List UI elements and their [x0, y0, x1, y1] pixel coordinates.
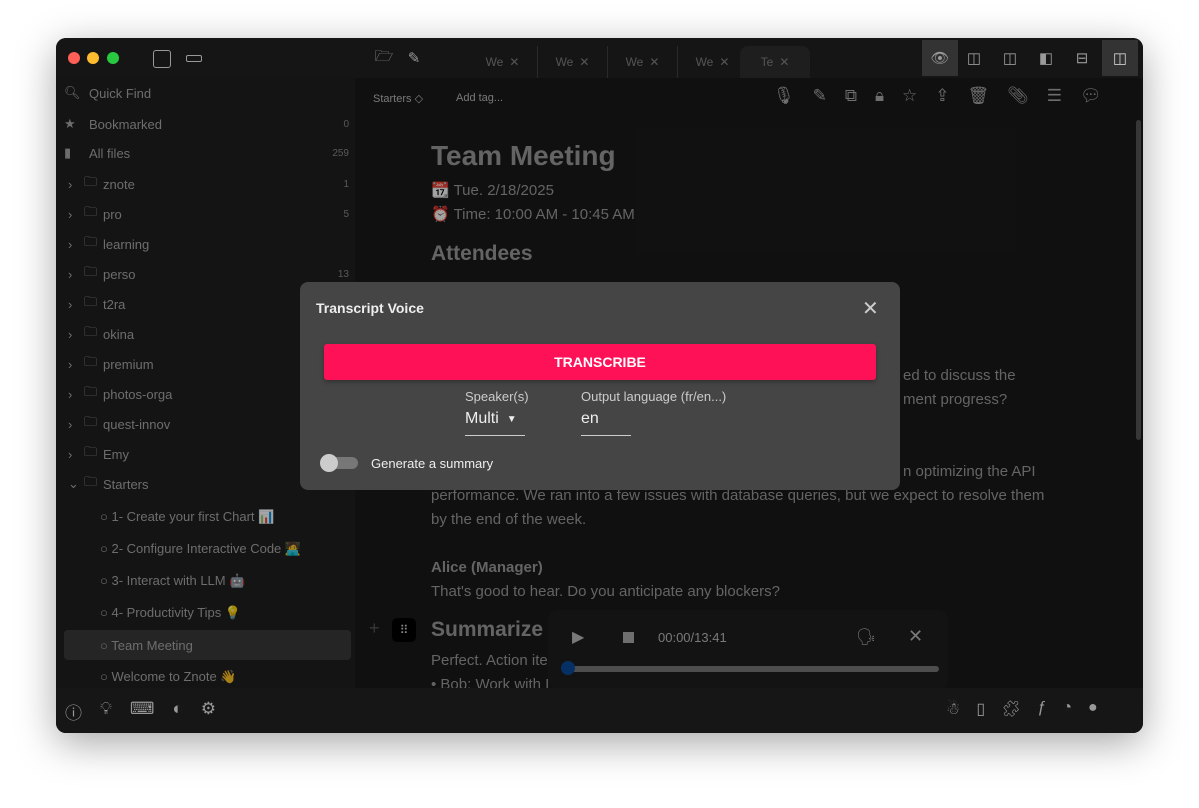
panel-left-icon[interactable]: ◧: [1036, 48, 1056, 68]
close-tab-icon[interactable]: ✕: [779, 55, 789, 69]
speakers-select[interactable]: Multi ▼: [465, 410, 525, 436]
tab[interactable]: We ✕: [468, 46, 538, 78]
account-icon[interactable]: ●: [1088, 699, 1098, 719]
preview-eye-icon[interactable]: 👁: [922, 40, 958, 76]
summary-toggle[interactable]: [320, 454, 358, 472]
titlebar: 🗁 ✎ We ✕ We ✕ We ✕ We ✕ Te ✕ 👁 ◫ ◫ ◧ ⊟ ◫: [56, 38, 1143, 78]
language-input[interactable]: en: [581, 410, 631, 436]
transcribe-button[interactable]: TRANSCRIBE: [324, 344, 876, 380]
folder-open-icon[interactable]: 🗁: [374, 48, 394, 68]
help-icon[interactable]: ⓘ: [65, 699, 82, 724]
tab-label: We: [555, 55, 574, 69]
split-horizontal-icon[interactable]: ⊟: [1072, 48, 1092, 68]
new-note-icon[interactable]: ✎: [404, 48, 424, 68]
close-tab-icon[interactable]: ✕: [719, 55, 729, 69]
panel-right-icon[interactable]: ◫: [964, 48, 984, 68]
sidebar-toggle-icon[interactable]: [153, 50, 171, 68]
tab[interactable]: We ✕: [538, 46, 608, 78]
speakers-label: Speaker(s): [465, 389, 529, 404]
close-icon[interactable]: ✕: [862, 296, 879, 321]
transcript-dialog: Transcript Voice ✕ TRANSCRIBE Speaker(s)…: [300, 282, 900, 490]
dropdown-arrow-icon: ▼: [506, 414, 517, 425]
close-tab-icon[interactable]: ✕: [649, 55, 659, 69]
panel-icon[interactable]: ▯: [976, 699, 985, 719]
tab-label: We: [695, 55, 714, 69]
summary-label: Generate a summary: [371, 456, 494, 471]
close-tab-icon[interactable]: ✕: [509, 55, 519, 69]
plugin-icon[interactable]: 🧩︎: [1001, 699, 1021, 719]
lightbulb-icon[interactable]: 💡︎: [100, 699, 112, 724]
settings-sliders-icon[interactable]: ⚙: [201, 699, 216, 724]
minimize-window-button[interactable]: [87, 52, 99, 64]
terminal-icon[interactable]: ◔: [1062, 699, 1072, 719]
split-columns-icon[interactable]: ◫: [1102, 40, 1138, 76]
tab[interactable]: We ✕: [678, 46, 748, 78]
tab-label: We: [485, 55, 504, 69]
tab-active[interactable]: Te ✕: [740, 46, 810, 78]
close-window-button[interactable]: [68, 52, 80, 64]
function-icon[interactable]: ƒ: [1037, 699, 1046, 719]
app-window: 🗁 ✎ We ✕ We ✕ We ✕ We ✕ Te ✕ 👁 ◫ ◫ ◧ ⊟ ◫ 🔍︎ Qu…: [56, 38, 1143, 733]
speakers-value: Multi: [465, 410, 499, 427]
tab-label: We: [625, 55, 644, 69]
split-vertical-icon[interactable]: ◫: [1000, 48, 1020, 68]
language-label: Output language (fr/en...): [581, 389, 727, 404]
close-tab-icon[interactable]: ✕: [579, 55, 589, 69]
theme-toggle-icon[interactable]: ◐: [172, 699, 182, 724]
tab-label: Te: [760, 55, 774, 69]
maximize-window-button[interactable]: [107, 52, 119, 64]
layout-rows-icon[interactable]: [185, 50, 203, 68]
robot-icon[interactable]: ☃: [946, 699, 960, 719]
status-bar: ⓘ 💡︎ ⌨ ◐ ⚙ ☃ ▯ 🧩︎ ƒ ◔ ●: [56, 688, 1143, 733]
keyboard-icon[interactable]: ⌨: [130, 699, 155, 724]
tab[interactable]: We ✕: [608, 46, 678, 78]
dialog-title: Transcript Voice: [316, 300, 424, 316]
